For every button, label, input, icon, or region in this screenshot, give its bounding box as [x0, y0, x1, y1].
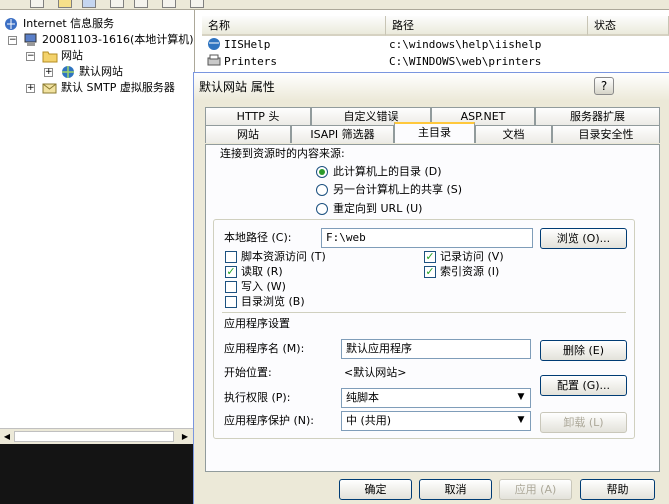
check-write[interactable]: [225, 281, 237, 293]
computer-icon: [24, 33, 37, 46]
check-index[interactable]: ✓: [424, 266, 436, 278]
view-button[interactable]: [82, 0, 96, 8]
protect-select[interactable]: 中 (共用) ▼: [341, 411, 531, 431]
ok-button[interactable]: 确定: [339, 479, 412, 500]
tree-pane: Internet 信息服务 − 20081103-1616(本地计算机) − 网…: [0, 10, 195, 428]
check-write-label[interactable]: 写入 (W): [241, 280, 286, 294]
collapse-icon[interactable]: −: [26, 52, 35, 61]
browse-button[interactable]: 浏览 (O)...: [540, 228, 627, 249]
properties-dialog: 默认网站 属性 ? HTTP 头 自定义错误 ASP.NET 服务器扩展 网站 …: [193, 72, 669, 504]
check-index-label[interactable]: 索引资源 (I): [440, 265, 499, 279]
protect-label: 应用程序保护 (N):: [224, 414, 315, 427]
row-name: Printers: [224, 55, 277, 68]
row-path: C:\WINDOWS\web\printers: [389, 55, 542, 68]
dropdown-arrow-icon[interactable]: ▼: [513, 390, 529, 406]
export-button[interactable]: [162, 0, 176, 8]
toolbar: [0, 0, 669, 10]
app-name-input[interactable]: 默认应用程序: [341, 339, 531, 359]
tab-documents[interactable]: 文档: [475, 125, 552, 143]
check-log-visits-label[interactable]: 记录访问 (V): [440, 250, 504, 264]
help-icon[interactable]: ?: [594, 77, 614, 95]
detail-list: 名称 路径 状态 IISHelp c:\windows\help\iishelp…: [196, 10, 669, 80]
help-button[interactable]: 帮助: [580, 479, 655, 500]
divider: [222, 312, 626, 313]
help-toolbar-button[interactable]: [190, 0, 204, 8]
config-button[interactable]: 配置 (G)...: [540, 375, 627, 396]
dialog-titlebar[interactable]: 默认网站 属性 ?: [194, 73, 669, 101]
exec-select-value: 纯脚本: [346, 391, 379, 404]
printer-folder-icon: [207, 54, 221, 66]
tree-label-smtp: 默认 SMTP 虚拟服务器: [61, 81, 175, 94]
radio-redirect-label[interactable]: 重定向到 URL (U): [333, 202, 422, 216]
website-globe-icon: [62, 66, 74, 78]
back-button[interactable]: [30, 0, 44, 8]
web-folder-icon: [208, 38, 220, 50]
iis-icon: [5, 18, 17, 30]
protect-select-value: 中 (共用): [346, 414, 392, 427]
tree-label-default-site: 默认网站: [79, 64, 123, 80]
refresh-button[interactable]: [134, 0, 148, 8]
check-script-source-label[interactable]: 脚本资源访问 (T): [241, 250, 326, 264]
scroll-right-icon[interactable]: ▶: [180, 431, 190, 442]
tab-isapi-filters[interactable]: ISAPI 筛选器: [291, 125, 394, 143]
row-path: c:\windows\help\iishelp: [389, 38, 542, 51]
exec-label: 执行权限 (P):: [224, 391, 291, 404]
start-value: <默认网站>: [344, 366, 407, 379]
properties-button[interactable]: [110, 0, 124, 8]
unload-button[interactable]: 卸载 (L): [540, 412, 627, 433]
tree-hscrollbar[interactable]: ◀ ▶: [0, 428, 195, 444]
radio-redirect[interactable]: [316, 203, 328, 215]
check-dir-browse-label[interactable]: 目录浏览 (B): [241, 295, 305, 309]
tree-label-iis: Internet 信息服务: [23, 17, 115, 30]
app-settings-heading: 应用程序设置: [224, 317, 290, 330]
tab-directory-security[interactable]: 目录安全性: [552, 125, 660, 143]
scroll-thumb[interactable]: [14, 431, 174, 442]
local-path-label: 本地路径 (C):: [224, 231, 292, 244]
tree-label-computer: 20081103-1616(本地计算机): [42, 33, 194, 46]
radio-local-dir[interactable]: [316, 166, 328, 178]
radio-share[interactable]: [316, 184, 328, 196]
tab-server-extensions[interactable]: 服务器扩展: [535, 107, 660, 125]
scroll-left-icon[interactable]: ◀: [2, 431, 12, 442]
expand-icon[interactable]: +: [44, 68, 53, 77]
tree-label-websites: 网站: [61, 49, 83, 62]
dropdown-arrow-icon[interactable]: ▼: [513, 413, 529, 429]
expand-icon[interactable]: +: [26, 84, 35, 93]
folder-icon: [42, 51, 58, 63]
check-read[interactable]: ✓: [225, 266, 237, 278]
column-status[interactable]: 状态: [588, 16, 669, 36]
tab-http-headers[interactable]: HTTP 头: [205, 107, 311, 125]
column-path[interactable]: 路径: [386, 16, 588, 36]
home-directory-panel: 连接到资源时的内容来源: 此计算机上的目录 (D) 另一台计算机上的共享 (S)…: [205, 144, 660, 472]
dialog-title: 默认网站 属性: [199, 80, 275, 94]
check-dir-browse[interactable]: [225, 296, 237, 308]
start-label: 开始位置:: [224, 366, 272, 379]
cancel-button[interactable]: 取消: [419, 479, 492, 500]
collapse-icon[interactable]: −: [8, 36, 17, 45]
check-script-source[interactable]: [225, 251, 237, 263]
radio-share-label[interactable]: 另一台计算机上的共享 (S): [333, 183, 462, 197]
check-log-visits[interactable]: ✓: [424, 251, 436, 263]
background-area: [0, 444, 195, 504]
local-path-input[interactable]: F:\web: [321, 228, 533, 248]
radio-local-dir-label[interactable]: 此计算机上的目录 (D): [333, 165, 442, 179]
apply-button[interactable]: 应用 (A): [499, 479, 572, 500]
tab-home-directory[interactable]: 主目录: [394, 122, 475, 143]
app-name-label: 应用程序名 (M):: [224, 342, 305, 355]
check-read-label[interactable]: 读取 (R): [241, 265, 283, 279]
column-name[interactable]: 名称: [202, 16, 386, 36]
source-label: 连接到资源时的内容来源:: [220, 147, 345, 160]
remove-button[interactable]: 删除 (E): [540, 340, 627, 361]
tab-website[interactable]: 网站: [205, 125, 291, 143]
row-name: IISHelp: [224, 38, 271, 51]
smtp-icon: [42, 83, 57, 94]
folder-up-button[interactable]: [58, 0, 72, 8]
path-group: 本地路径 (C): F:\web 浏览 (O)... 脚本资源访问 (T) ✓ …: [213, 219, 635, 439]
exec-select[interactable]: 纯脚本 ▼: [341, 388, 531, 408]
